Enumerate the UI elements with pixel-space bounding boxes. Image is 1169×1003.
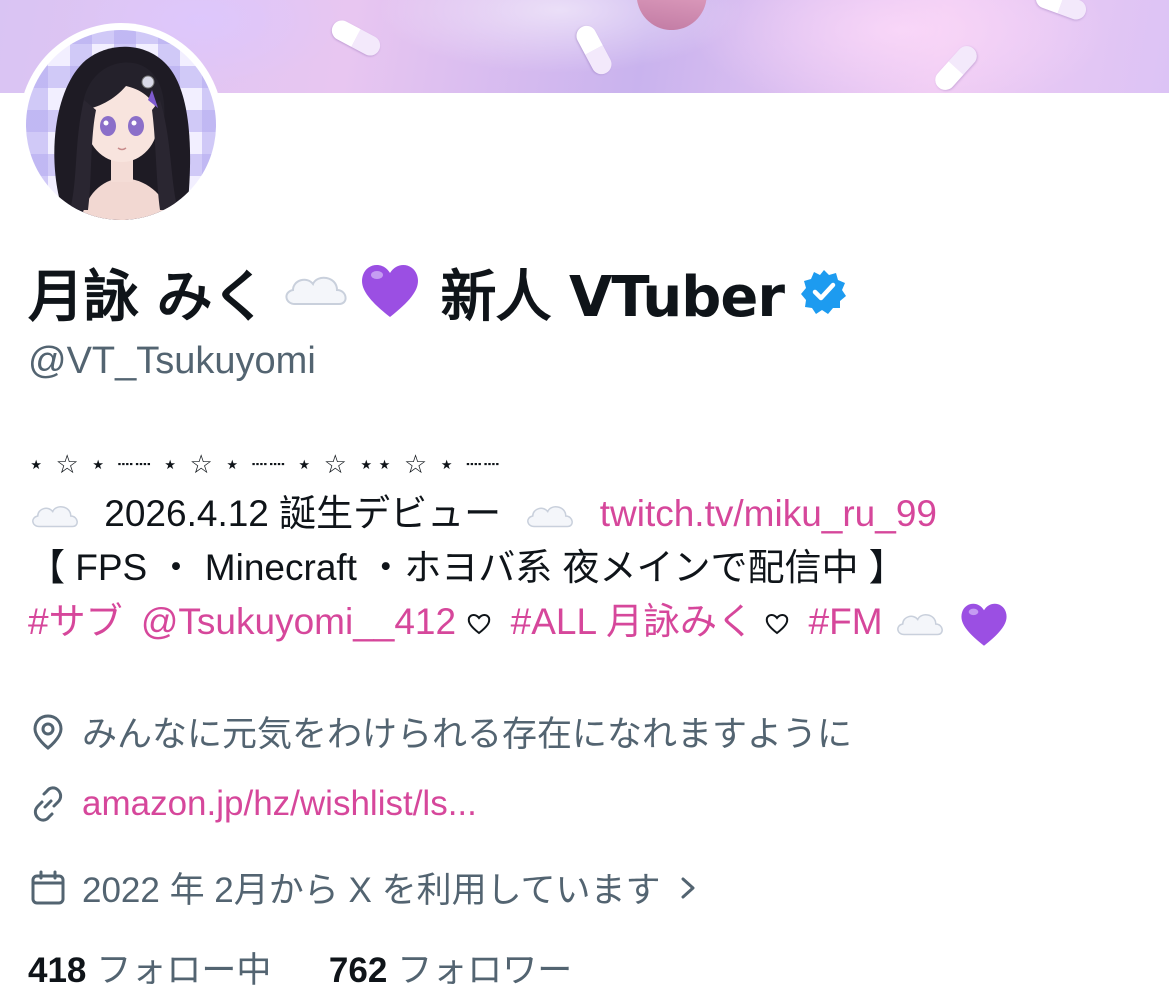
banner-pill-decoration [328, 17, 383, 59]
profile-handle: @VT_Tsukuyomi [28, 340, 316, 382]
profile-bio: ⋆ ☆ ⋆ ┈┈ ⋆ ☆ ⋆ ┈┈ ⋆ ☆ ⋆⋆ ☆ ⋆ ┈┈ 2026.4.1… [28, 440, 1148, 650]
location-pin-icon [33, 713, 63, 750]
cloud-emoji-icon [893, 601, 957, 642]
followers-count: 762 [328, 951, 388, 990]
white-heart-icon [764, 601, 800, 642]
following-label: フォロー中 [96, 951, 272, 990]
avatar[interactable] [19, 23, 223, 227]
banner-pill-decoration [931, 42, 981, 93]
display-name-row: 月詠 みく 新人 VTuber [28, 252, 848, 332]
cloud-emoji-icon [28, 493, 92, 534]
banner-pill-decoration [573, 22, 615, 77]
calendar-icon [31, 870, 65, 904]
avatar-image [26, 30, 216, 220]
profile-join-date[interactable]: 2022 年 2月から X を利用しています [28, 862, 701, 913]
followers-stat[interactable]: 762 フォロワー [329, 951, 572, 990]
verified-badge-icon[interactable] [800, 268, 848, 316]
cloud-emoji-icon [523, 493, 587, 534]
purple-heart-emoji-icon [357, 259, 423, 325]
display-name-suffix: 新人 VTuber [440, 264, 785, 330]
join-date-text: 2022 年 2月から X を利用しています [82, 871, 661, 910]
hashtag-sub-link[interactable]: #サブ [28, 601, 123, 642]
location-text: みんなに元気をわけられる存在になれますように [82, 715, 853, 754]
chevron-right-icon [681, 877, 695, 898]
banner-pill-decoration [1033, 0, 1089, 22]
hashtag-all-link[interactable]: #ALL 月詠みく [511, 601, 754, 642]
cloud-emoji-icon [281, 270, 351, 314]
following-count: 418 [28, 951, 87, 990]
followers-label: フォロワー [397, 951, 573, 990]
banner-heart-decoration [632, 0, 710, 35]
bio-debut-text: 2026.4.12 誕生デビュー [104, 493, 502, 534]
profile-website[interactable]: amazon.jp/hz/wishlist/ls... [28, 784, 477, 824]
bio-decor-line: ⋆ ☆ ⋆ ┈┈ ⋆ ☆ ⋆ ┈┈ ⋆ ☆ ⋆⋆ ☆ ⋆ ┈┈ [28, 449, 502, 479]
following-stat[interactable]: 418 フォロー中 [28, 951, 281, 990]
display-name: 月詠 みく [28, 264, 267, 330]
link-icon [33, 786, 63, 822]
purple-heart-emoji-icon [957, 601, 1011, 646]
website-link[interactable]: amazon.jp/hz/wishlist/ls... [82, 784, 477, 824]
twitch-link[interactable]: twitch.tv/miku_ru_99 [600, 493, 937, 534]
bio-stream-info: 【 FPS ・ Minecraft ・ホヨバ系 夜メインで配信中 】 [28, 547, 906, 588]
mention-sub-link[interactable]: @Tsukuyomi__412 [141, 601, 456, 642]
bio-debut-line: 2026.4.12 誕生デビュー twitch.tv/miku_ru_99 [28, 488, 1148, 542]
bio-tags-line: #サブ @Tsukuyomi__412 #ALL 月詠みく #FM [28, 596, 1148, 650]
follow-stats: 418 フォロー中 762 フォロワー [28, 942, 572, 993]
profile-location: みんなに元気をわけられる存在になれますように [28, 706, 852, 757]
white-heart-icon [466, 601, 502, 642]
hashtag-fm-link[interactable]: #FM [809, 601, 883, 642]
profile-page: 月詠 みく 新人 VTuber @VT_Tsukuyomi ⋆ ☆ ⋆ ┈┈ ⋆… [0, 0, 1169, 1003]
